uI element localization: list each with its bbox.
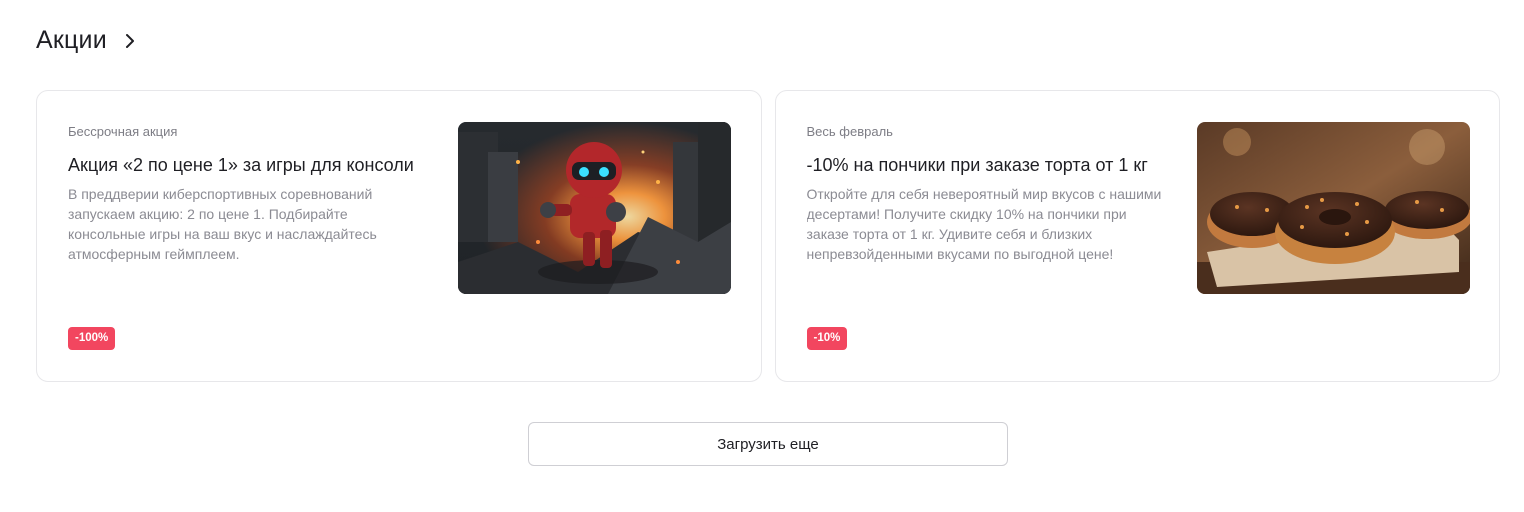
promo-cards-list: Бессрочная акция Акция «2 по цене 1» за … (36, 90, 1500, 382)
promo-card-text: Весь февраль -10% на пончики при заказе … (807, 124, 1167, 264)
promo-card-text: Бессрочная акция Акция «2 по цене 1» за … (68, 124, 428, 264)
promo-description: Откройте для себя невероятный мир вкусов… (806, 186, 1162, 262)
chevron-right-icon (125, 31, 139, 51)
promo-title: Акция «2 по цене 1» за игры для консоли (68, 155, 414, 175)
promo-description: В преддверии киберспортивных соревновани… (68, 186, 377, 262)
chocolate-donuts-image (1196, 122, 1470, 294)
promo-card[interactable]: Бессрочная акция Акция «2 по цене 1» за … (36, 90, 762, 382)
promo-period: Весь февраль (806, 124, 893, 139)
load-more-button[interactable]: Загрузить еще (528, 422, 1008, 466)
promo-period: Бессрочная акция (68, 124, 178, 139)
section-header-link[interactable]: Акции (36, 26, 139, 55)
promo-title: -10% на пончики при заказе торта от 1 кг (806, 155, 1148, 175)
promo-card[interactable]: Весь февраль -10% на пончики при заказе … (774, 90, 1500, 382)
promotions-page: Акции Бессрочная акция Акция «2 по цене … (0, 0, 1524, 512)
section-title: Акции (36, 26, 107, 54)
robot-explosion-image (458, 122, 731, 294)
discount-badge: -10% (806, 327, 848, 350)
discount-badge: -100% (68, 327, 116, 350)
